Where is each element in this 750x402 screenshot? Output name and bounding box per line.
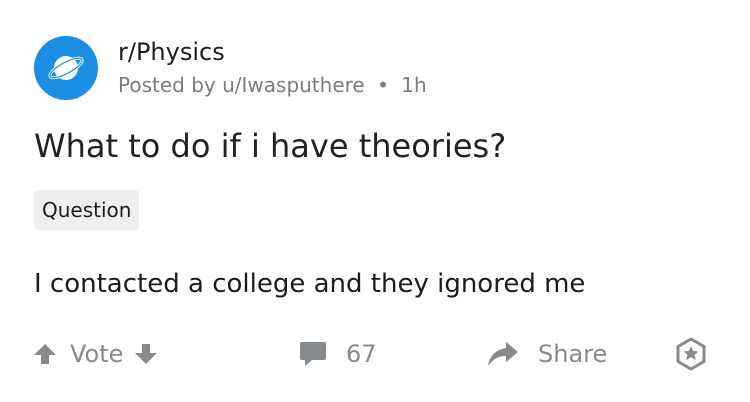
- comment-bubble-icon: [298, 339, 328, 369]
- post-header: r/Physics Posted by u/Iwasputhere • 1h: [34, 36, 427, 100]
- author-prefix: Posted by: [118, 73, 216, 97]
- post-meta: Posted by u/Iwasputhere • 1h: [118, 71, 427, 99]
- vote-label: Vote: [70, 340, 124, 368]
- post-header-text: r/Physics Posted by u/Iwasputhere • 1h: [118, 37, 427, 99]
- post-time: 1h: [401, 73, 427, 97]
- vote-group: Vote: [32, 332, 159, 376]
- post-body: I contacted a college and they ignored m…: [34, 269, 586, 299]
- subreddit-avatar[interactable]: [34, 36, 98, 100]
- arrow-down-icon[interactable]: [133, 341, 159, 367]
- meta-separator: •: [377, 73, 389, 97]
- author-link[interactable]: u/Iwasputhere: [222, 73, 365, 97]
- subreddit-name[interactable]: r/Physics: [118, 37, 427, 67]
- share-arrow-icon: [486, 340, 520, 368]
- award-button[interactable]: [674, 332, 708, 376]
- award-icon: [674, 337, 708, 371]
- share-button[interactable]: Share: [486, 332, 607, 376]
- post-flair[interactable]: Question: [34, 190, 140, 230]
- share-label: Share: [538, 340, 608, 368]
- post-title[interactable]: What to do if i have theories?: [34, 124, 506, 168]
- comments-button[interactable]: 67: [298, 332, 377, 376]
- planet-icon: [48, 56, 84, 80]
- post-actions-bar: Vote 67 Share: [0, 332, 750, 376]
- comment-count: 67: [346, 340, 377, 368]
- arrow-up-icon[interactable]: [32, 341, 58, 367]
